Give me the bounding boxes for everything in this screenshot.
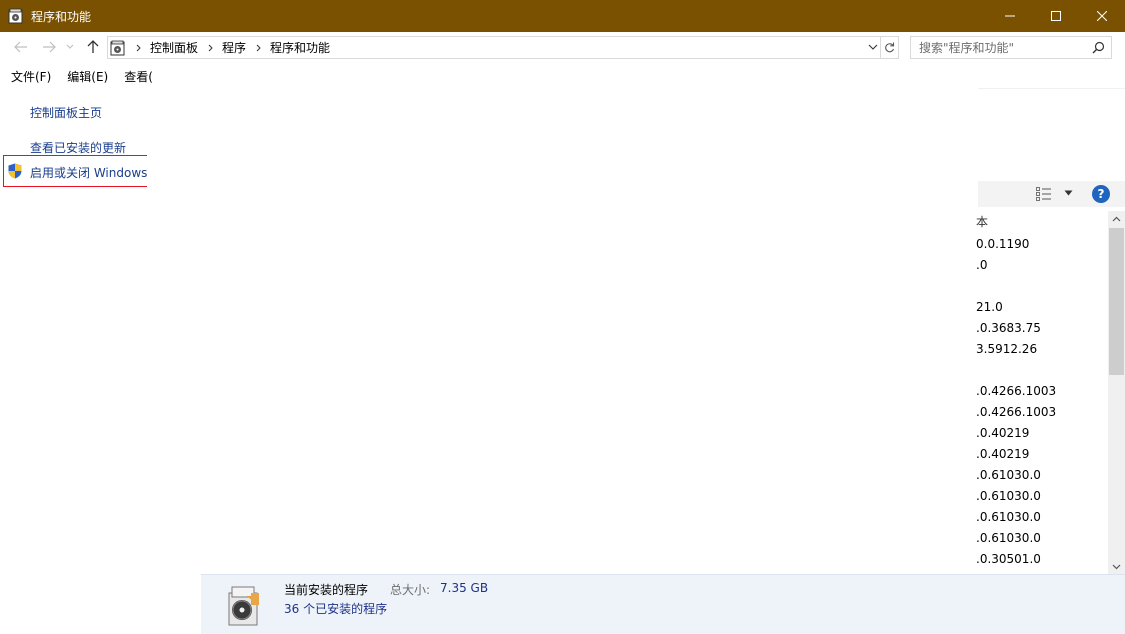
breadcrumb-programs-features[interactable]: 程序和功能 [270,39,330,56]
chevron-right-icon [136,44,141,51]
windows-features-link[interactable]: 启用或关闭 Windows [3,155,147,187]
up-button[interactable] [84,38,102,56]
programs-icon [110,40,125,55]
chevron-down-icon [1112,564,1121,570]
arrow-up-icon [87,40,99,53]
list-item-version[interactable]: 21.0 [976,297,1003,318]
list-toolbar: ? [978,181,1125,207]
title-bar: 程序和功能 [0,0,1125,32]
view-options-icon[interactable] [1036,187,1052,201]
minimize-icon [1005,15,1015,17]
chevron-right-icon [208,44,213,51]
arrow-left-icon [14,41,27,53]
breadcrumb-separator[interactable] [208,44,213,52]
left-pane: 控制面板主页 查看已安装的更新 启用或关闭 Windows [0,88,147,574]
refresh-button[interactable] [881,36,899,59]
list-item-version[interactable]: .0.4266.1003 [976,402,1056,423]
search-icon[interactable] [1092,41,1105,54]
list-item-version[interactable]: .0.3683.75 [976,318,1041,339]
search-input[interactable] [919,38,1097,57]
chevron-down-icon [66,44,74,49]
list-item-version[interactable]: .0.61030.0 [976,507,1041,528]
list-item-version[interactable]: .0.40219 [976,444,1029,465]
installed-count: 36 个已安装的程序 [284,602,388,616]
scroll-thumb[interactable] [1109,228,1124,375]
close-icon [1097,11,1107,21]
arrow-right-icon [43,41,56,53]
list-item-version[interactable]: 0.0.1190 [976,234,1029,255]
list-item-version[interactable]: 3.5912.26 [976,339,1037,360]
menu-view[interactable]: 查看( [113,66,167,88]
list-item-version[interactable]: .0 [976,255,987,276]
chevron-up-icon [1112,216,1121,222]
list-item-version[interactable]: .0.61030.0 [976,465,1041,486]
total-size-value: 7.35 GB [440,581,489,595]
search-box[interactable] [910,36,1112,59]
scroll-down-button[interactable] [1108,559,1125,575]
address-row: 控制面板 程序 程序和功能 [0,32,1125,63]
breadcrumb-programs[interactable]: 程序 [222,39,246,56]
divider [978,88,1125,89]
breadcrumb-control-panel[interactable]: 控制面板 [150,39,198,56]
total-size-label: 总大小: [390,583,431,597]
window-title: 程序和功能 [31,9,92,24]
programs-icon [8,8,23,24]
minimize-button[interactable] [987,0,1033,32]
close-button[interactable] [1079,0,1125,32]
list-item-version[interactable]: .0.61030.0 [976,486,1041,507]
help-icon[interactable]: ? [1092,185,1110,203]
refresh-icon [885,42,895,53]
list-item-version[interactable]: .0.40219 [976,423,1029,444]
view-installed-updates-link[interactable]: 查看已安装的更新 [30,139,126,156]
menu-file[interactable]: 文件(F) [0,66,56,88]
details-title: 当前安装的程序 [284,583,369,597]
list-item-version[interactable]: .0.61030.0 [976,528,1041,549]
vertical-scrollbar[interactable] [1108,211,1125,575]
chevron-right-icon [256,44,261,51]
scroll-up-button[interactable] [1108,211,1125,227]
list-item-version[interactable]: .0.30501.0 [976,549,1041,570]
installed-programs-icon [228,586,259,626]
version-column: 本 0.0.1190.0 21.0.0.3683.75 3.5912.26 .0.42… [976,207,1106,574]
control-panel-home-link[interactable]: 控制面板主页 [30,104,102,121]
list-item-version[interactable]: .0.4266.1003 [976,381,1056,402]
address-dropdown-button[interactable] [868,41,878,56]
details-pane: 当前安装的程序 总大小: 7.35 GB 36 个已安装的程序 [201,574,1125,634]
breadcrumb-separator[interactable] [256,44,261,52]
caret-down-icon[interactable] [1064,190,1073,196]
maximize-button[interactable] [1033,0,1079,32]
version-column-header[interactable]: 本 [976,212,988,233]
back-button[interactable] [12,38,30,56]
shield-icon [8,163,22,179]
recent-locations-button[interactable] [64,38,76,56]
windows-features-label: 启用或关闭 Windows [30,166,147,180]
address-bar[interactable]: 控制面板 程序 程序和功能 [107,36,881,59]
menu-bar: 文件(F) 编辑(E) 查看( [0,66,167,88]
maximize-icon [1051,11,1061,21]
menu-edit[interactable]: 编辑(E) [56,66,113,88]
breadcrumb-separator[interactable] [136,44,141,52]
chevron-down-icon [868,44,878,50]
forward-button[interactable] [40,38,58,56]
